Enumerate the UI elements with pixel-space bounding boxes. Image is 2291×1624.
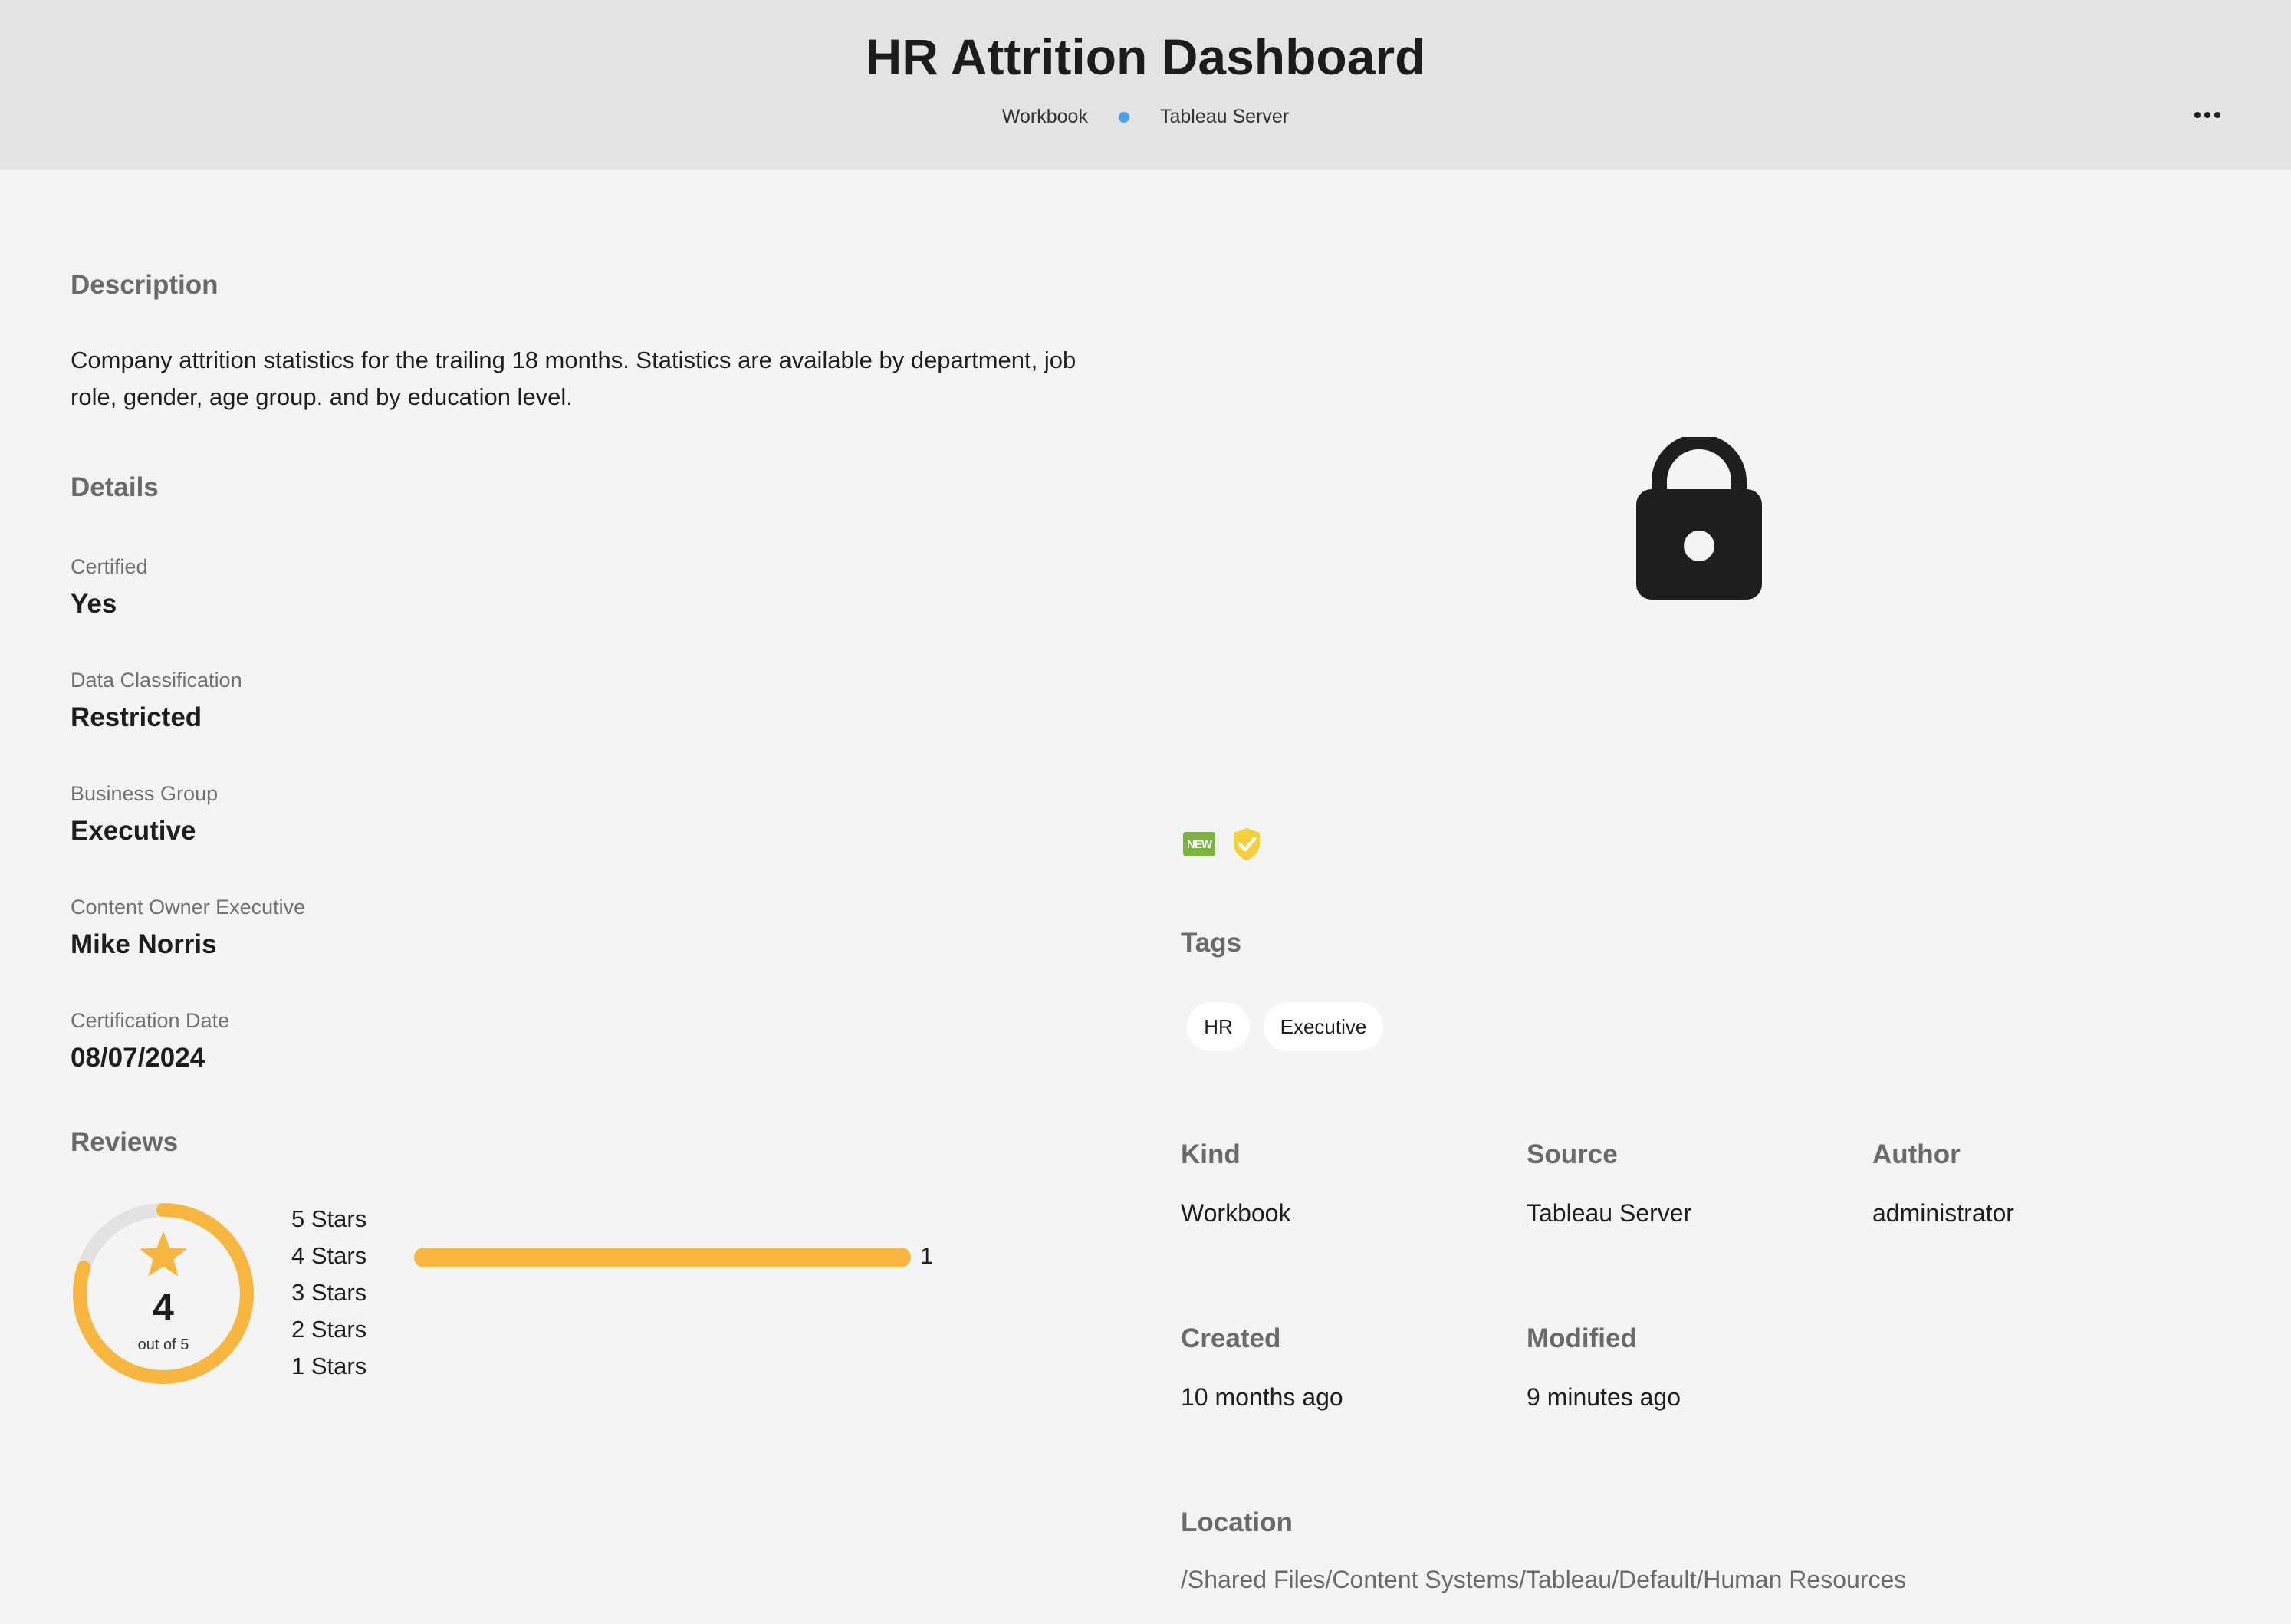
rating-value: 4 xyxy=(153,1286,174,1329)
tag-executive[interactable]: Executive xyxy=(1264,1002,1383,1051)
data-classification-value: Restricted xyxy=(71,702,202,732)
lock-icon xyxy=(1636,437,1762,600)
kind-value: Workbook xyxy=(1181,1199,1291,1227)
shield-check-icon xyxy=(1234,828,1260,860)
author-value: administrator xyxy=(1872,1199,2014,1227)
more-icon[interactable] xyxy=(2194,112,2220,118)
asset-source: Tableau Server xyxy=(1159,106,1290,127)
reviews-heading: Reviews xyxy=(71,1127,179,1157)
certified-label: Certified xyxy=(71,555,148,578)
location-value: /Shared Files/Content Systems/Tableau/De… xyxy=(1181,1566,1907,1593)
asset-kind: Workbook xyxy=(1001,106,1088,127)
tags-heading: Tags xyxy=(1181,928,1242,958)
author-heading: Author xyxy=(1872,1139,1961,1169)
source-heading: Source xyxy=(1527,1139,1618,1169)
star-row-2: 2 Stars xyxy=(291,1316,367,1343)
created-value: 10 months ago xyxy=(1181,1383,1343,1411)
content-owner-label: Content Owner Executive xyxy=(71,896,306,919)
modified-heading: Modified xyxy=(1527,1323,1637,1353)
location-heading: Location xyxy=(1181,1507,1293,1537)
certified-value: Yes xyxy=(71,589,117,619)
star-icon xyxy=(140,1231,187,1277)
separator-dot xyxy=(1118,111,1129,123)
content-owner-value: Mike Norris xyxy=(71,929,217,959)
star-row-3: 3 Stars xyxy=(291,1279,367,1306)
star-row-4: 4 Stars xyxy=(291,1242,367,1269)
star-row-5: 5 Stars xyxy=(291,1205,367,1232)
star-4-bar xyxy=(414,1248,911,1267)
star-row-1: 1 Stars xyxy=(291,1353,367,1379)
certification-date-value: 08/07/2024 xyxy=(71,1043,205,1073)
certification-date-label: Certification Date xyxy=(71,1009,230,1032)
details-heading: Details xyxy=(71,472,159,502)
created-heading: Created xyxy=(1181,1323,1281,1353)
business-group-label: Business Group xyxy=(71,782,219,805)
page-title: HR Attrition Dashboard xyxy=(865,28,1426,85)
data-classification-label: Data Classification xyxy=(71,669,242,692)
new-badge-icon: NEW xyxy=(1183,832,1215,856)
tag-hr[interactable]: HR xyxy=(1187,1002,1250,1051)
modified-value: 9 minutes ago xyxy=(1527,1383,1681,1411)
star-4-count: 1 xyxy=(920,1242,934,1269)
rating-out-of: out of 5 xyxy=(137,1336,189,1353)
description-heading: Description xyxy=(71,270,219,300)
asset-subline: Workbook Tableau Server xyxy=(0,106,2291,128)
source-value: Tableau Server xyxy=(1527,1199,1692,1227)
kind-heading: Kind xyxy=(1181,1139,1241,1169)
description-text: Company attrition statistics for the tra… xyxy=(71,347,1076,410)
star-4-bar-fill xyxy=(414,1248,911,1267)
page-header: HR Attrition Dashboard Workbook Tableau … xyxy=(0,0,2291,170)
business-group-value: Executive xyxy=(71,816,196,846)
